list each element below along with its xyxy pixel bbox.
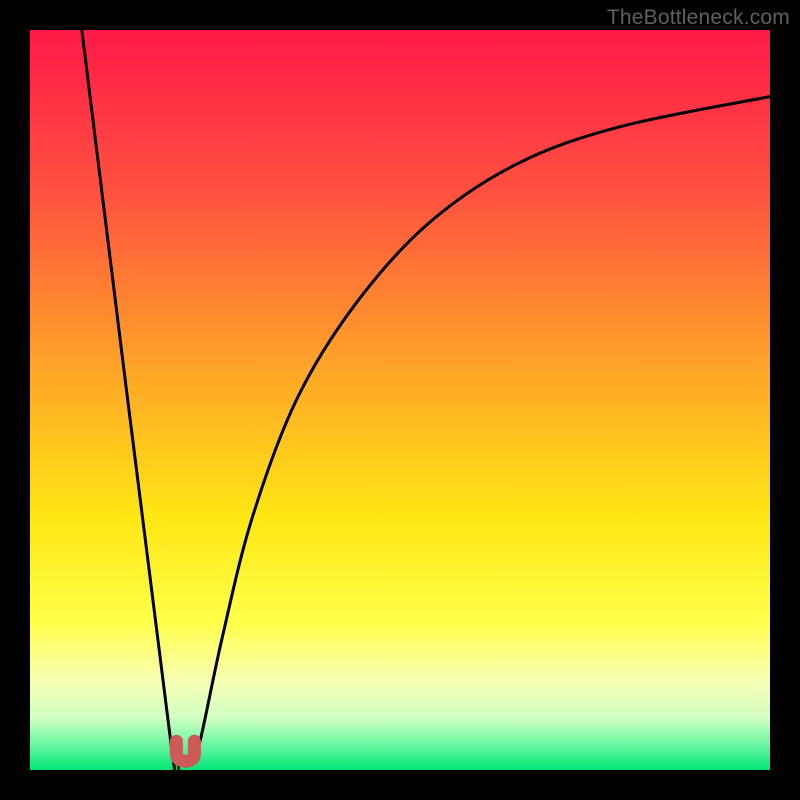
min-point-marker xyxy=(30,30,770,770)
watermark-text: TheBottleneck.com xyxy=(607,6,790,30)
plot-area xyxy=(30,30,770,770)
chart-frame: TheBottleneck.com xyxy=(0,0,800,800)
